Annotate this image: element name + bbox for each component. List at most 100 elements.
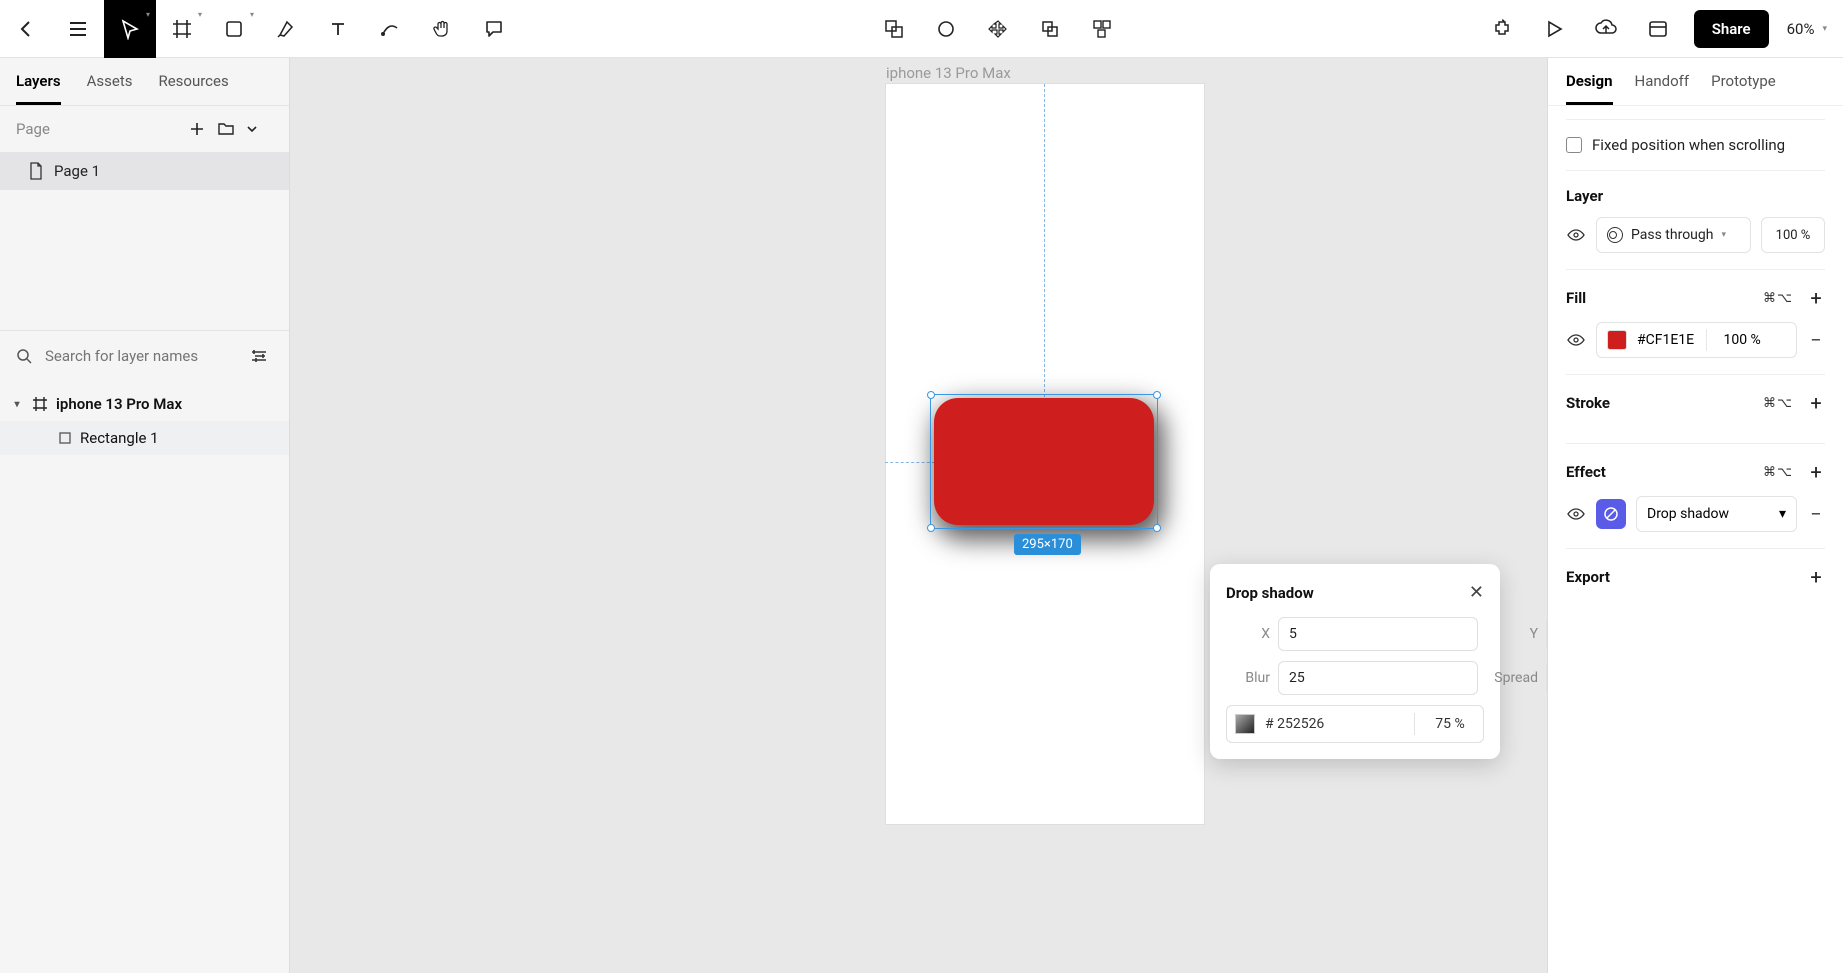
effect-type-value: Drop shadow bbox=[1647, 506, 1729, 522]
vector-tool[interactable] bbox=[364, 0, 416, 58]
back-button[interactable] bbox=[0, 0, 52, 58]
zoom-control[interactable]: 60% ▾ bbox=[1779, 20, 1843, 38]
page-name: Page 1 bbox=[54, 162, 100, 180]
fixed-pos-checkbox[interactable] bbox=[1566, 137, 1582, 153]
frame-tool[interactable]: ▾ bbox=[156, 0, 208, 58]
effect-settings-icon[interactable] bbox=[1596, 499, 1626, 529]
fill-color-code: #CF1E1E bbox=[1637, 332, 1694, 348]
tab-resources[interactable]: Resources bbox=[158, 72, 228, 105]
label-blur: Blur bbox=[1226, 670, 1270, 686]
chevron-down-icon: ▾ bbox=[1721, 230, 1726, 240]
add-effect-icon[interactable]: + bbox=[1807, 460, 1825, 484]
layer-title: Layer bbox=[1566, 187, 1603, 205]
fill-visibility-toggle[interactable] bbox=[1566, 333, 1586, 347]
transform-tool[interactable] bbox=[972, 0, 1024, 58]
stroke-shortcut-icon: ⌘⌥ bbox=[1763, 396, 1793, 411]
visibility-toggle[interactable] bbox=[1566, 228, 1586, 242]
shadow-color-code: # 252526 bbox=[1265, 716, 1404, 732]
section-layer: Layer Pass through ▾ 100 % bbox=[1566, 171, 1825, 270]
effect-type-select[interactable]: Drop shadow ▾ bbox=[1636, 496, 1797, 532]
layer-opacity-input[interactable]: 100 % bbox=[1761, 217, 1825, 253]
layer-item-name: Rectangle 1 bbox=[80, 429, 159, 447]
add-fill-icon[interactable]: + bbox=[1807, 286, 1825, 310]
collapse-pages-icon[interactable] bbox=[245, 122, 273, 136]
label-spread: Spread bbox=[1494, 670, 1538, 686]
fixed-position-row[interactable]: Fixed position when scrolling bbox=[1566, 130, 1825, 171]
fill-swatch[interactable] bbox=[1607, 330, 1627, 350]
upload-button[interactable] bbox=[1580, 0, 1632, 58]
combine-tool[interactable] bbox=[1024, 0, 1076, 58]
tab-assets[interactable]: Assets bbox=[87, 72, 133, 105]
layer-frame[interactable]: ▾ iphone 13 Pro Max bbox=[0, 387, 289, 421]
canvas[interactable]: iphone 13 Pro Max 295×170 Drop shadow ✕ … bbox=[290, 58, 1547, 973]
popup-title: Drop shadow bbox=[1226, 584, 1314, 602]
rectangle-tool[interactable]: ▾ bbox=[208, 0, 260, 58]
fill-title: Fill bbox=[1566, 289, 1586, 307]
comment-tool[interactable] bbox=[468, 0, 520, 58]
blend-mode-select[interactable]: Pass through ▾ bbox=[1596, 217, 1751, 253]
layer-frame-name: iphone 13 Pro Max bbox=[56, 395, 182, 413]
close-icon[interactable]: ✕ bbox=[1469, 582, 1484, 603]
fill-color-box[interactable]: #CF1E1E 100 % bbox=[1596, 322, 1797, 358]
chevron-down-icon: ▾ bbox=[1779, 506, 1786, 522]
top-toolbar: ▾ ▾ ▾ bbox=[0, 0, 1843, 58]
label-x: X bbox=[1226, 626, 1270, 642]
input-y[interactable] bbox=[1546, 617, 1547, 651]
plugin-button[interactable] bbox=[1476, 0, 1528, 58]
blend-mode-value: Pass through bbox=[1631, 227, 1713, 243]
filter-icon[interactable] bbox=[250, 349, 273, 363]
left-panel: Layers Assets Resources Page Page 1 bbox=[0, 58, 290, 973]
menu-button[interactable] bbox=[52, 0, 104, 58]
add-page-icon[interactable] bbox=[189, 121, 217, 137]
text-tool[interactable] bbox=[312, 0, 364, 58]
dimension-badge: 295×170 bbox=[1014, 534, 1081, 555]
guide-horizontal bbox=[885, 462, 935, 463]
share-button[interactable]: Share bbox=[1694, 10, 1769, 48]
layer-search-input[interactable] bbox=[39, 341, 250, 371]
remove-effect-icon[interactable]: − bbox=[1807, 502, 1825, 526]
fixed-pos-label: Fixed position when scrolling bbox=[1592, 136, 1785, 154]
tab-handoff[interactable]: Handoff bbox=[1635, 72, 1690, 105]
effect-title: Effect bbox=[1566, 463, 1606, 481]
components-tool[interactable] bbox=[1076, 0, 1128, 58]
shadow-color-row[interactable]: # 252526 75 % bbox=[1226, 705, 1484, 743]
add-export-icon[interactable]: + bbox=[1807, 565, 1825, 589]
add-stroke-icon[interactable]: + bbox=[1807, 391, 1825, 415]
effect-visibility-toggle[interactable] bbox=[1566, 507, 1586, 521]
layer-item-rectangle[interactable]: Rectangle 1 bbox=[0, 421, 289, 455]
page-icon bbox=[28, 162, 44, 180]
stroke-title: Stroke bbox=[1566, 394, 1610, 412]
shadow-opacity[interactable]: 75 % bbox=[1425, 716, 1475, 732]
rectangle-shape[interactable] bbox=[934, 398, 1154, 525]
frame-icon bbox=[32, 396, 48, 412]
right-panel: Design Handoff Prototype Fixed position … bbox=[1547, 58, 1843, 973]
input-x[interactable] bbox=[1278, 617, 1478, 651]
zoom-value: 60% bbox=[1787, 20, 1815, 38]
tab-prototype[interactable]: Prototype bbox=[1711, 72, 1776, 105]
hand-tool[interactable] bbox=[416, 0, 468, 58]
fill-opacity[interactable]: 100 % bbox=[1719, 332, 1765, 348]
folder-icon[interactable] bbox=[217, 121, 245, 137]
export-title: Export bbox=[1566, 568, 1610, 586]
ellipse-tool[interactable] bbox=[920, 0, 972, 58]
search-icon bbox=[16, 348, 39, 364]
section-effect: Effect ⌘⌥ + Drop shadow ▾ bbox=[1566, 444, 1825, 549]
play-button[interactable] bbox=[1528, 0, 1580, 58]
caret-down-icon[interactable]: ▾ bbox=[10, 399, 24, 410]
boolean-tool[interactable] bbox=[868, 0, 920, 58]
rect-icon bbox=[58, 431, 72, 445]
section-stroke: Stroke ⌘⌥ + bbox=[1566, 375, 1825, 444]
tab-layers[interactable]: Layers bbox=[16, 72, 61, 105]
input-spread[interactable] bbox=[1546, 661, 1547, 695]
move-tool[interactable]: ▾ bbox=[104, 0, 156, 58]
remove-fill-icon[interactable]: − bbox=[1807, 328, 1825, 352]
tab-design[interactable]: Design bbox=[1566, 72, 1613, 105]
clipped-section bbox=[1566, 106, 1825, 120]
input-blur[interactable] bbox=[1278, 661, 1478, 695]
artboard-label[interactable]: iphone 13 Pro Max bbox=[886, 64, 1011, 82]
page-item[interactable]: Page 1 bbox=[0, 152, 289, 190]
panels-button[interactable] bbox=[1632, 0, 1684, 58]
effect-shortcut-icon: ⌘⌥ bbox=[1763, 465, 1793, 480]
shadow-swatch[interactable] bbox=[1235, 714, 1255, 734]
pen-tool[interactable] bbox=[260, 0, 312, 58]
